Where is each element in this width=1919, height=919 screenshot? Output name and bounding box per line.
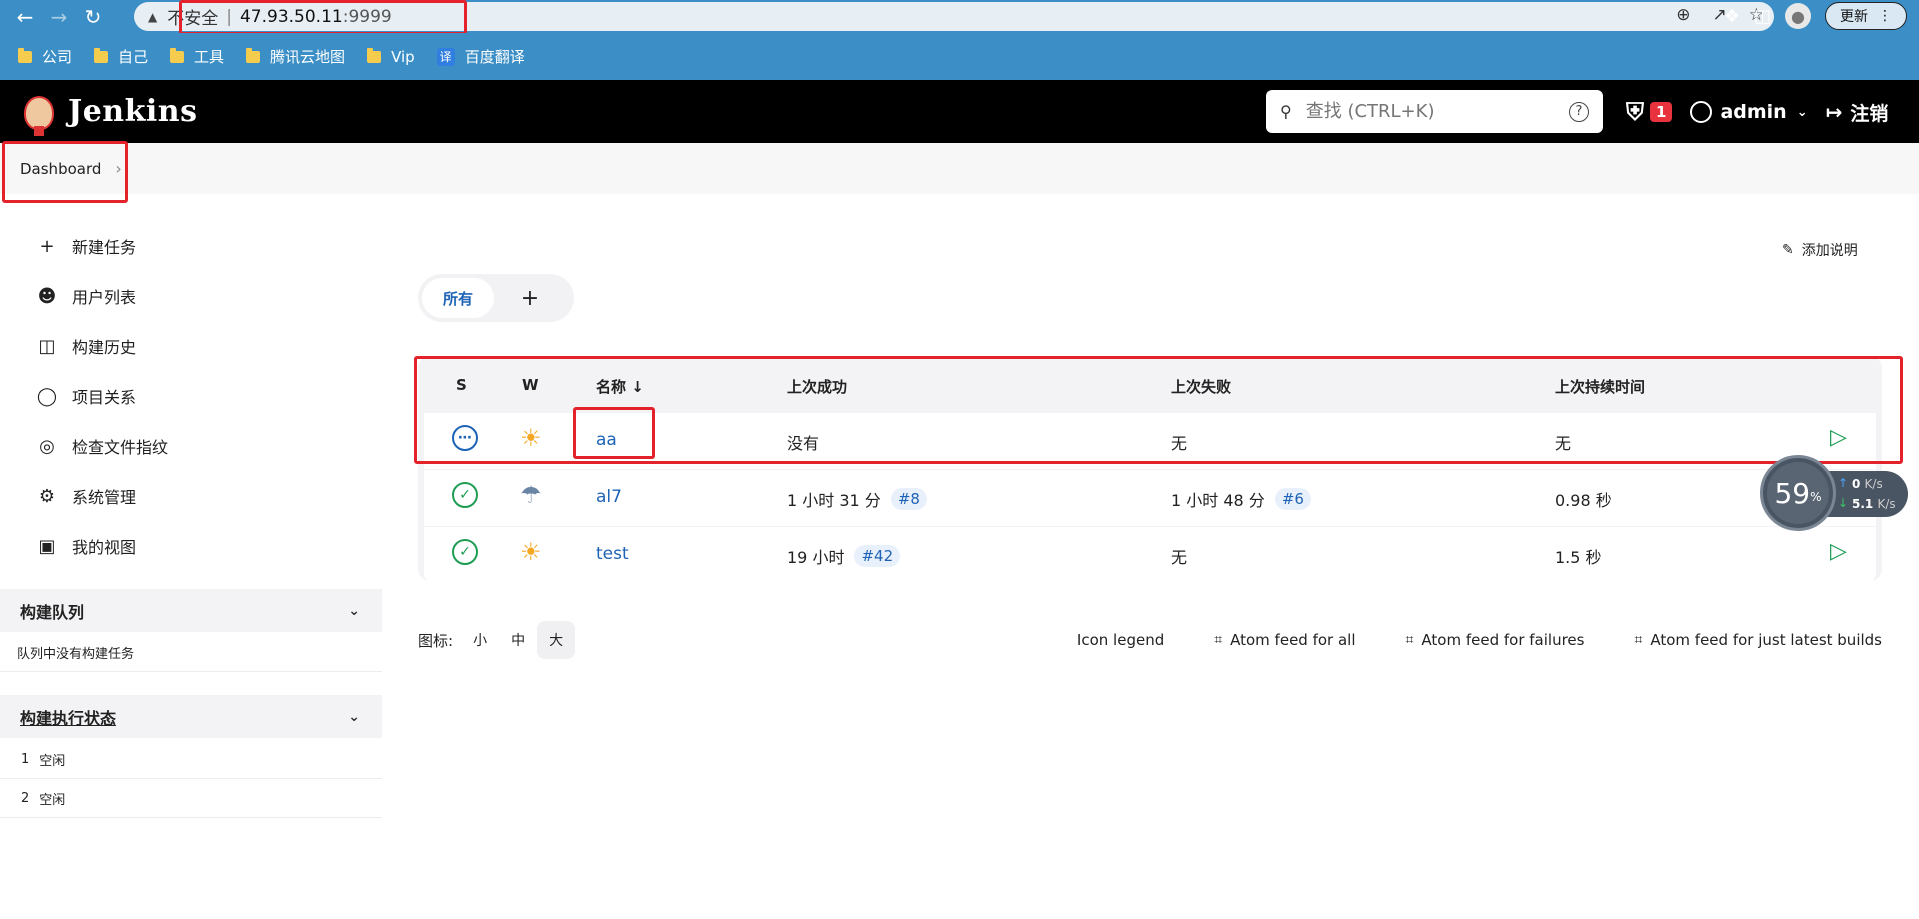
update-button[interactable]: 更新 ⋮ [1825, 2, 1907, 30]
folder-icon [170, 47, 185, 63]
search-input[interactable] [1305, 101, 1546, 122]
feed-failures-link[interactable]: Atom feed for failures [1421, 631, 1584, 649]
window-icon: ▣ [38, 535, 56, 557]
play-build-icon[interactable]: ▷ [1830, 539, 1847, 564]
relation-icon: ◯ [36, 385, 58, 407]
bookmark-folder[interactable]: 自己 [94, 46, 148, 67]
success-status-icon[interactable]: ✓ [452, 539, 478, 565]
add-description-button[interactable]: ✎ 添加说明 [1782, 240, 1858, 260]
jenkins-header: Jenkins ⚲ ? ⛨ 1 admin ⌄ ↦ 注销 [0, 80, 1919, 143]
bookmark-folder[interactable]: Vip [367, 47, 415, 66]
plus-icon: + [39, 235, 55, 257]
breadcrumb-annotation-box [2, 141, 128, 203]
bookmarks-bar: 公司 自己 工具 腾讯云地图 Vip 译百度翻译 [0, 33, 1919, 80]
sidebar-item-fingerprint[interactable]: ◎ 检查文件指纹 [36, 434, 168, 458]
sun-weather-icon[interactable]: ☀ [520, 539, 542, 565]
sidebar-item-my-views[interactable]: ▣ 我的视图 [36, 534, 136, 558]
search-icon: ⚲ [1280, 102, 1292, 121]
table-row: ✓ ☀ test 19 小时 #42 无 1.5 秒 ▷ [424, 527, 1876, 583]
gear-icon: ⚙ [38, 485, 56, 507]
bookmark-folder[interactable]: 工具 [170, 46, 224, 67]
forward-button[interactable]: → [42, 2, 76, 32]
breadcrumb: Dashboard › [0, 143, 1919, 194]
user-menu[interactable]: admin [1720, 101, 1786, 123]
chevron-down-icon[interactable]: ⌄ [348, 603, 360, 619]
logout-link[interactable]: 注销 [1850, 99, 1888, 126]
rain-weather-icon[interactable]: ☂ [520, 482, 542, 508]
job-annotation-box [573, 407, 655, 459]
shield-icon[interactable]: ⛨ [1626, 98, 1644, 126]
reload-button[interactable]: ↻ [76, 2, 110, 32]
build-link[interactable]: #6 [1274, 488, 1311, 510]
folder-icon [94, 47, 109, 63]
table-footer: 图标: 小 中 大 Icon legend ⌗ Atom feed for all… [418, 620, 1882, 660]
tab-all[interactable]: 所有 [422, 278, 494, 318]
icon-legend-link[interactable]: Icon legend [1077, 631, 1164, 649]
build-link[interactable]: #42 [854, 545, 901, 567]
url-annotation-box [179, 0, 467, 35]
network-speed-widget[interactable]: ↑ 0 K/s ↓ 5.1 K/s 59% [1760, 455, 1908, 531]
pencil-icon: ✎ [1782, 242, 1794, 258]
search-box[interactable]: ⚲ ? [1266, 90, 1603, 133]
extensions-icon[interactable]: ❖ [1724, 6, 1740, 27]
executor-row: 2 空闲 [0, 779, 382, 818]
build-queue-header[interactable]: 构建队列 ⌄ [0, 589, 382, 632]
rss-icon: ⌗ [1634, 632, 1643, 648]
view-tabs: 所有 + [418, 274, 574, 322]
icon-size-large[interactable]: 大 [537, 621, 576, 659]
users-icon: ☻ [37, 285, 57, 307]
jenkins-logo[interactable] [20, 88, 56, 136]
sidebar-item-users[interactable]: ☻ 用户列表 [36, 284, 136, 308]
success-status-icon[interactable]: ✓ [452, 482, 478, 508]
translate-icon: 译 [436, 47, 455, 66]
cpu-percent-gauge: 59% [1760, 455, 1836, 531]
sidebar-item-manage[interactable]: ⚙ 系统管理 [36, 484, 136, 508]
sidebar-item-new-job[interactable]: + 新建任务 [36, 234, 136, 258]
bookmark-translate[interactable]: 译百度翻译 [436, 46, 525, 67]
rss-icon: ⌗ [1405, 632, 1414, 648]
executor-row: 1 空闲 [0, 740, 382, 779]
build-link[interactable]: #8 [890, 488, 927, 510]
executors-header[interactable]: 构建执行状态 ⌄ [0, 695, 382, 738]
bookmark-folder[interactable]: 腾讯云地图 [246, 46, 345, 67]
icon-size-small[interactable]: 小 [461, 621, 499, 659]
warning-icon: ▲ [148, 9, 158, 24]
sidepanel-icon[interactable]: ◫ [1754, 6, 1771, 27]
feed-all-link[interactable]: Atom feed for all [1230, 631, 1355, 649]
profile-avatar[interactable]: ● [1785, 3, 1811, 29]
icon-size-label: 图标: [418, 631, 454, 650]
folder-icon [367, 47, 382, 63]
fingerprint-icon: ◎ [39, 435, 55, 457]
jenkins-title[interactable]: Jenkins [68, 94, 197, 129]
download-arrow-icon: ↓ [1838, 496, 1849, 510]
icon-size-medium[interactable]: 中 [499, 621, 537, 659]
job-link[interactable]: al7 [596, 487, 622, 507]
back-button[interactable]: ← [8, 2, 42, 32]
feed-latest-link[interactable]: Atom feed for just latest builds [1650, 631, 1882, 649]
logout-icon[interactable]: ↦ [1826, 100, 1843, 124]
bookmark-folder[interactable]: 公司 [18, 46, 72, 67]
job-link[interactable]: test [596, 544, 629, 564]
rss-icon: ⌗ [1214, 632, 1223, 648]
zoom-icon[interactable]: ⊕ [1676, 5, 1690, 25]
build-queue-empty: 队列中没有构建任务 [0, 633, 382, 672]
user-icon [1690, 101, 1713, 123]
table-row: ✓ ☂ al7 1 小时 31 分 #8 1 小时 48 分 #6 0.98 秒 [424, 470, 1876, 526]
sidebar-item-relations[interactable]: ◯ 项目关系 [36, 384, 136, 408]
more-menu-icon: ⋮ [1878, 8, 1892, 24]
sidebar-item-build-history[interactable]: ◫ 构建历史 [36, 334, 136, 358]
chevron-down-icon[interactable]: ⌄ [1797, 105, 1808, 120]
help-icon[interactable]: ? [1569, 101, 1589, 122]
folder-icon [246, 47, 261, 63]
upload-arrow-icon: ↑ [1838, 476, 1849, 490]
add-view-button[interactable]: + [494, 278, 566, 318]
inbox-icon: ◫ [38, 335, 56, 357]
alert-badge[interactable]: 1 [1650, 102, 1673, 122]
folder-icon [18, 47, 32, 63]
chevron-down-icon[interactable]: ⌄ [348, 709, 360, 725]
